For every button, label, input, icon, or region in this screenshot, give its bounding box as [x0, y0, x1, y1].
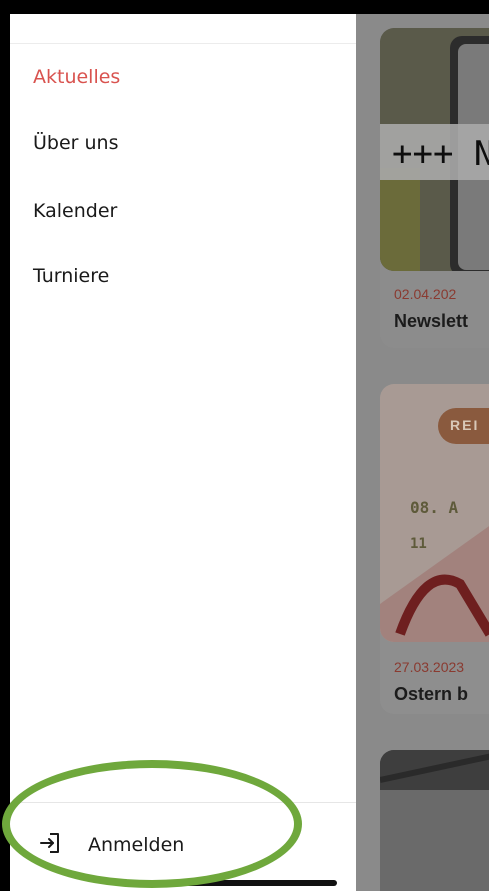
news-card-image: +++ Ne — [380, 28, 489, 271]
news-date: 02.04.202 — [394, 286, 457, 302]
nav-item-ueber-uns[interactable]: Über uns — [33, 132, 119, 154]
poster-date-text: 08. A — [410, 498, 459, 517]
poster-time-text: 11 — [410, 536, 427, 552]
poster-badge: REI — [438, 408, 489, 444]
nav-item-kalender[interactable]: Kalender — [33, 200, 117, 222]
divider — [10, 43, 356, 44]
news-card[interactable]: REI 08. A 11 27.03.2023 Ostern b — [380, 384, 489, 714]
banner-text: +++ Ne — [392, 134, 489, 174]
navigation-drawer: Aktuelles Über uns Kalender Turniere Anm… — [10, 14, 356, 891]
news-card[interactable]: +++ Ne 02.04.202 Newslett — [380, 28, 489, 348]
nav-item-turniere[interactable]: Turniere — [33, 265, 109, 287]
news-card-image: REI 08. A 11 — [380, 384, 489, 642]
news-title: Ostern b — [394, 684, 469, 704]
app-screen: +++ Ne 02.04.202 Newslett REI 08. A 11 2… — [0, 0, 489, 891]
news-card[interactable] — [380, 750, 489, 891]
news-feed-overlay[interactable]: +++ Ne 02.04.202 Newslett REI 08. A 11 2… — [356, 14, 489, 891]
hall-photo-illustration — [380, 750, 489, 891]
nav-item-aktuelles[interactable]: Aktuelles — [33, 66, 120, 88]
news-title: Newslett — [394, 311, 469, 331]
highlight-annotation-circle — [2, 760, 302, 888]
news-date: 27.03.2023 — [394, 659, 465, 675]
